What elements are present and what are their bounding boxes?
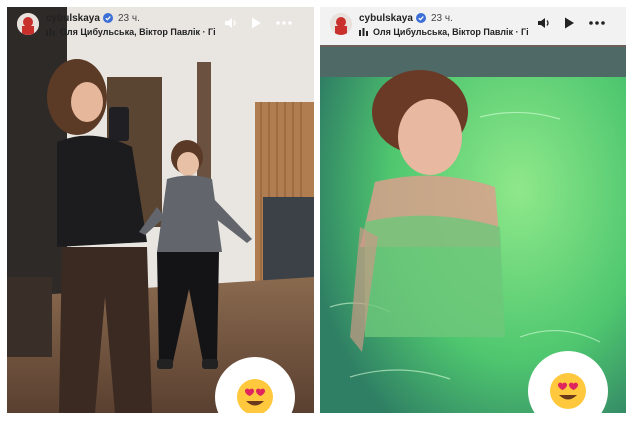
story-timestamp: 23 ч.: [431, 13, 453, 24]
music-row[interactable]: Оля Цибульська, Віктор Павлік · Гі: [359, 27, 529, 37]
story-timestamp: 23 ч.: [118, 13, 140, 24]
verified-badge-icon: [103, 13, 113, 23]
story-card-2[interactable]: cybulskaya 23 ч. Оля Цибульська, Віктор …: [320, 7, 626, 413]
music-bars-icon: [46, 28, 55, 36]
username[interactable]: cybulskaya: [46, 13, 100, 24]
heart-eyes-emoji-icon: [550, 373, 586, 409]
story-header: cybulskaya 23 ч. Оля Цибульська, Віктор …: [7, 7, 314, 45]
avatar[interactable]: [17, 13, 39, 35]
verified-badge-icon: [416, 13, 426, 23]
heart-eyes-emoji-icon: [237, 379, 273, 413]
avatar[interactable]: [330, 13, 352, 35]
play-icon[interactable]: [562, 16, 576, 30]
story-photo-mirror-selfie: [7, 7, 314, 413]
speaker-icon[interactable]: [537, 16, 551, 30]
speaker-icon[interactable]: [224, 16, 238, 30]
more-icon[interactable]: [275, 16, 293, 30]
music-label: Оля Цибульська, Віктор Павлік · Гі: [373, 27, 529, 37]
play-icon[interactable]: [249, 16, 263, 30]
story-card-1[interactable]: cybulskaya 23 ч. Оля Цибульська, Віктор …: [7, 7, 314, 413]
story-header: cybulskaya 23 ч. Оля Цибульська, Віктор …: [320, 7, 626, 45]
username[interactable]: cybulskaya: [359, 13, 413, 24]
music-row[interactable]: Оля Цибульська, Віктор Павлік · Гі: [46, 27, 216, 37]
music-bars-icon: [359, 28, 368, 36]
more-icon[interactable]: [588, 16, 606, 30]
music-label: Оля Цибульська, Віктор Павлік · Гі: [60, 27, 216, 37]
